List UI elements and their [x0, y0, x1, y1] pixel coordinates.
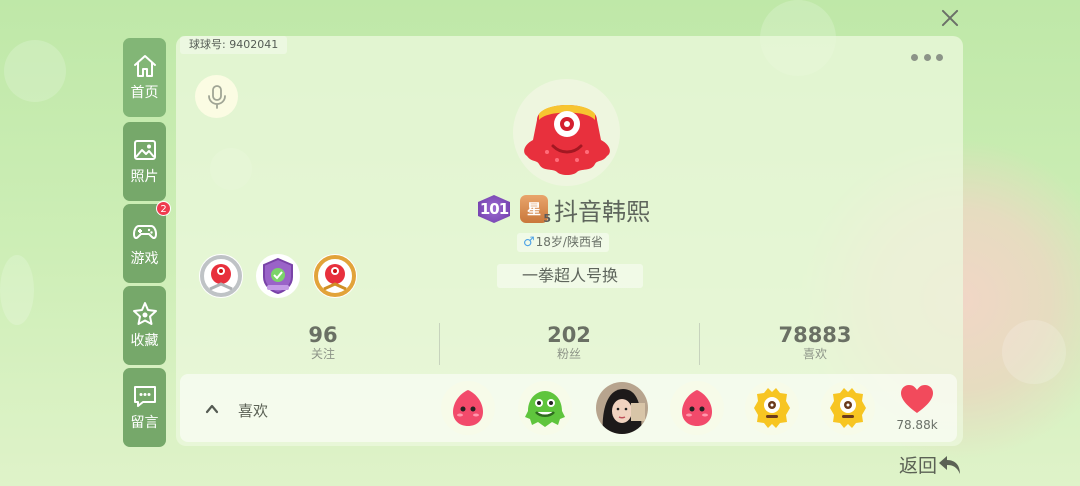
age-location-pill: ♂ 18岁/陕西省 [517, 233, 609, 252]
purple-shield-medal-icon [256, 254, 300, 298]
back-arrow-icon [939, 455, 961, 474]
gold-medal[interactable] [312, 253, 358, 299]
like-count: 78.88k [896, 418, 938, 432]
liker-photo-avatar[interactable] [595, 381, 649, 435]
liker-avatar[interactable] [745, 381, 799, 435]
pink-blob-avatar-icon [441, 381, 495, 435]
nav-item-home[interactable]: 首页 [123, 38, 166, 117]
stat-value: 78883 [778, 323, 852, 347]
liker-avatar[interactable] [441, 381, 495, 435]
more-options-button[interactable] [911, 54, 943, 62]
age-location: 18岁/陕西省 [535, 235, 603, 249]
heart-icon [901, 385, 933, 413]
stat-fans[interactable]: 202 粉丝 [489, 323, 649, 361]
home-icon [133, 55, 156, 77]
nav-item-messages[interactable]: 留言 [123, 368, 166, 447]
like-button[interactable]: 78.88k [893, 384, 941, 432]
purple-medal[interactable] [255, 253, 301, 299]
yellow-cyclops-avatar-icon [745, 381, 799, 435]
pink-blob-avatar-icon [670, 381, 724, 435]
microphone-icon [207, 84, 226, 109]
name-row: 101 星 5 抖音韩熙 [478, 192, 650, 226]
stat-label: 关注 [310, 347, 335, 361]
yellow-cyclops-avatar-icon [821, 381, 875, 435]
liker-avatar[interactable] [518, 381, 572, 435]
liker-avatar[interactable] [670, 381, 724, 435]
star-rank-icon: 星 [527, 202, 541, 218]
nav-item-photos[interactable]: 照片 [123, 122, 166, 201]
player-id: 球球号: 9402041 [180, 36, 288, 54]
stat-label: 粉丝 [556, 347, 581, 361]
voice-button[interactable] [195, 75, 238, 118]
likes-label: 喜欢 [238, 402, 269, 420]
stat-value: 96 [308, 323, 338, 347]
nav-label: 游戏 [130, 251, 159, 267]
medal-list [198, 253, 358, 299]
close-button[interactable] [938, 6, 962, 30]
message-icon [133, 386, 156, 407]
gamepad-icon [132, 225, 157, 239]
red-monster-avatar-icon [523, 104, 610, 175]
nav-label: 留言 [130, 415, 159, 431]
divider [699, 323, 700, 365]
nav-label: 照片 [130, 169, 159, 185]
silver-medal-icon [199, 254, 243, 298]
stat-label: 喜欢 [802, 347, 827, 361]
gold-medal-icon [313, 254, 357, 298]
star-icon [132, 302, 157, 325]
divider [439, 323, 440, 365]
nav-label: 收藏 [130, 333, 159, 349]
bg-bubble [1002, 320, 1066, 384]
stat-value: 202 [547, 323, 591, 347]
stat-following[interactable]: 96 关注 [243, 323, 403, 361]
bg-bubble [0, 255, 34, 325]
nav-item-games[interactable]: 2 游戏 [123, 201, 171, 283]
nickname: 抖音韩熙 [554, 197, 650, 226]
back-label: 返回 [899, 455, 938, 477]
star-rank-number: 5 [543, 212, 551, 225]
chevron-up-icon[interactable] [205, 402, 219, 416]
liker-avatar[interactable] [821, 381, 875, 435]
user-photo-icon [596, 382, 648, 434]
nav-label: 首页 [130, 85, 159, 101]
signature: 一拳超人号换 [497, 264, 643, 288]
bg-bubble [4, 40, 66, 102]
notification-badge: 2 [156, 201, 171, 216]
male-gender-icon: ♂ [523, 235, 535, 250]
photo-icon [133, 140, 156, 160]
stat-likes[interactable]: 78883 喜欢 [735, 323, 895, 361]
nav-item-favorites[interactable]: 收藏 [123, 286, 166, 365]
level-badge: 101 [478, 195, 510, 223]
green-monster-avatar-icon [518, 381, 572, 435]
silver-medal[interactable] [198, 253, 244, 299]
star-rank-badge: 星 5 [520, 195, 551, 225]
back-button[interactable]: 返回 [899, 451, 963, 478]
profile-avatar[interactable] [513, 79, 620, 186]
